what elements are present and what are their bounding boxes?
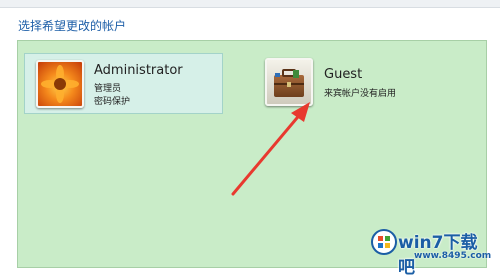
account-password-status: 密码保护	[94, 97, 131, 107]
briefcase-avatar-icon	[265, 58, 313, 106]
watermark-site: www.8495.com	[414, 251, 492, 261]
account-status: 来宾帐户没有启用	[324, 89, 397, 99]
page-title: 选择希望更改的帐户	[18, 19, 127, 33]
flower-avatar-icon	[36, 60, 84, 108]
account-name: Administrator	[94, 63, 183, 78]
windows-logo-icon	[371, 229, 397, 255]
account-name: Guest	[324, 67, 363, 82]
watermark: win7下载吧 www.8495.com	[368, 224, 494, 278]
account-guest[interactable]: Guest 来宾帐户没有启用	[262, 55, 472, 110]
account-role: 管理员	[94, 84, 122, 94]
window-top-edge	[0, 0, 500, 8]
account-administrator[interactable]: Administrator 管理员 密码保护	[24, 53, 223, 114]
